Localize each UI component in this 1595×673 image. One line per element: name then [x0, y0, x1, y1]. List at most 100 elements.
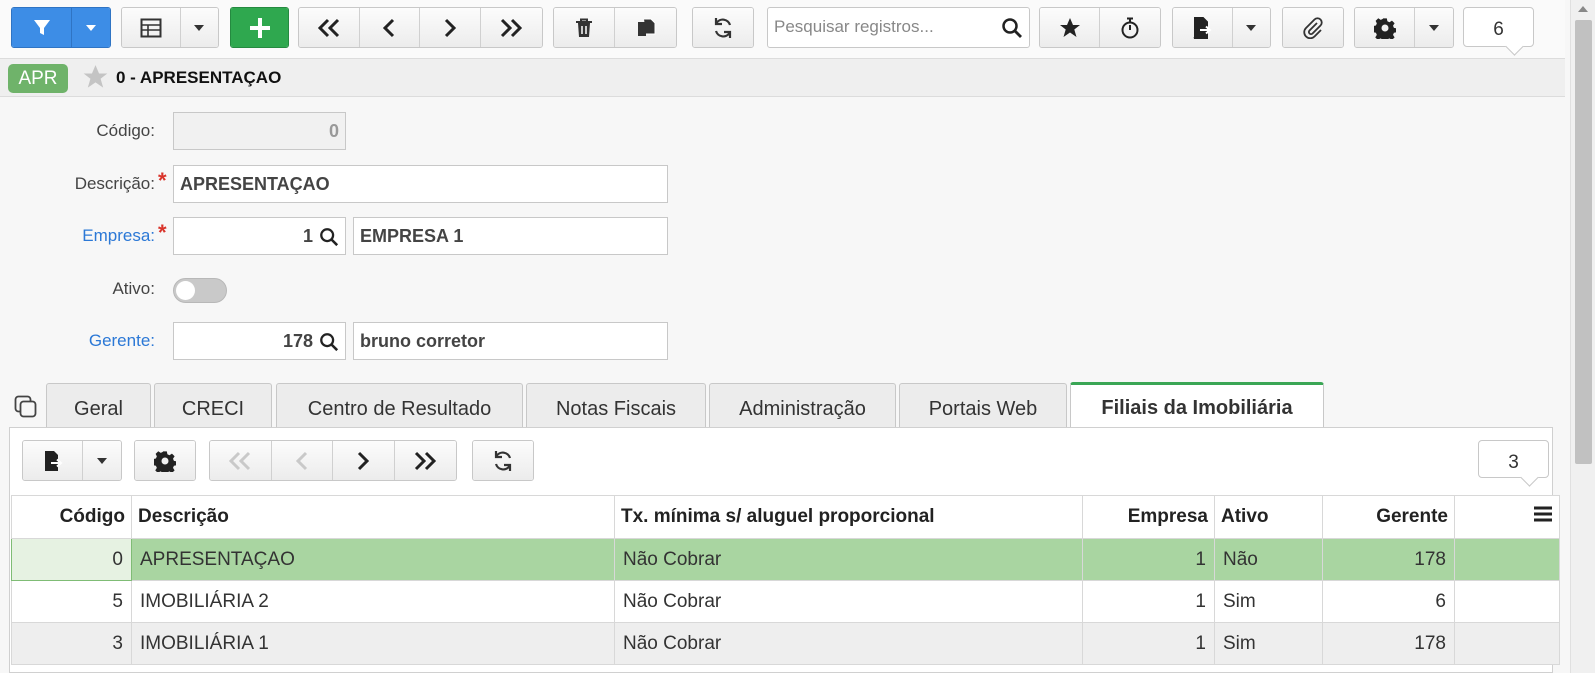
sub-next-button[interactable]	[333, 441, 395, 480]
tab-portais-web[interactable]: Portais Web	[899, 383, 1067, 428]
gerente-label-link[interactable]: Gerente:	[5, 331, 155, 351]
hamburger-menu-icon[interactable]	[1533, 505, 1553, 523]
chevron-right-icon	[358, 451, 370, 470]
empresa-code-value: 1	[302, 226, 313, 246]
scrollbar-thumb[interactable]	[1575, 20, 1592, 464]
required-marker: *	[158, 168, 167, 193]
sub-export-button[interactable]	[23, 441, 84, 480]
cell-descricao[interactable]: IMOBILIÁRIA 2	[131, 580, 615, 623]
attachment-group	[1282, 7, 1344, 48]
search-box	[767, 7, 1030, 48]
table-row[interactable]: 5 IMOBILIÁRIA 2 Não Cobrar 1 Sim 6	[11, 580, 1560, 623]
last-record-button[interactable]	[480, 8, 542, 47]
codigo-field: 0	[173, 112, 346, 150]
sub-first-button[interactable]	[210, 441, 272, 480]
gerente-code-input[interactable]: 178	[173, 322, 346, 360]
favorite-button[interactable]	[1040, 8, 1101, 47]
column-header-ativo[interactable]: Ativo	[1214, 495, 1323, 539]
tab-administracao[interactable]: Administração	[709, 383, 896, 428]
sub-export-group	[22, 440, 122, 481]
sub-settings-group	[134, 440, 196, 481]
table-row[interactable]: 0 APRESENTAÇAO Não Cobrar 1 Não 178	[11, 538, 1560, 581]
cell-gerente[interactable]: 6	[1322, 580, 1455, 623]
favorite-star-icon[interactable]	[82, 64, 109, 90]
sub-export-dropdown-button[interactable]	[83, 441, 121, 480]
double-chevron-right-icon	[501, 18, 523, 37]
cell-ativo[interactable]: Sim	[1214, 622, 1323, 665]
sub-settings-button[interactable]	[135, 441, 195, 480]
gerente-name-field: bruno corretor	[353, 322, 668, 360]
table-icon	[140, 18, 162, 37]
column-header-tx-minima[interactable]: Tx. mínima s/ aluguel proporcional	[614, 495, 1083, 539]
sub-refresh-button[interactable]	[473, 441, 533, 480]
cell-codigo[interactable]: 0	[11, 538, 132, 581]
caret-down-icon	[1246, 24, 1257, 31]
attachment-button[interactable]	[1283, 8, 1343, 47]
cell-codigo[interactable]: 3	[11, 622, 132, 665]
previous-record-button[interactable]	[359, 8, 420, 47]
column-header-codigo[interactable]: Código	[11, 495, 132, 539]
sub-previous-button[interactable]	[271, 441, 333, 480]
empresa-label-link[interactable]: Empresa:	[5, 226, 155, 246]
refresh-icon	[494, 450, 512, 471]
descricao-input[interactable]: APRESENTAÇAO	[173, 165, 668, 203]
refresh-button[interactable]	[693, 8, 753, 47]
cell-descricao[interactable]: APRESENTAÇAO	[131, 538, 615, 581]
column-header-descricao[interactable]: Descrição	[131, 495, 615, 539]
add-record-button[interactable]	[231, 8, 288, 47]
grid-view-button[interactable]	[122, 8, 181, 47]
settings-button[interactable]	[1355, 8, 1416, 47]
tab-creci[interactable]: CRECI	[154, 383, 272, 428]
search-icon[interactable]	[319, 332, 339, 352]
cell-empresa[interactable]: 1	[1082, 580, 1215, 623]
search-icon[interactable]	[1001, 17, 1023, 39]
cell-gerente[interactable]: 178	[1322, 538, 1455, 581]
filter-dropdown-button[interactable]	[72, 8, 110, 47]
export-button[interactable]	[1173, 8, 1233, 47]
sub-last-button[interactable]	[394, 441, 456, 480]
cell-descricao[interactable]: IMOBILIÁRIA 1	[131, 622, 615, 665]
timer-button[interactable]	[1100, 8, 1160, 47]
tab-filiais-da-imobiliaria[interactable]: Filiais da Imobiliária	[1070, 382, 1324, 428]
tab-centro-de-resultado[interactable]: Centro de Resultado	[276, 383, 523, 428]
tab-notas-fiscais[interactable]: Notas Fiscais	[526, 383, 706, 428]
cell-codigo[interactable]: 5	[11, 580, 132, 623]
add-group	[230, 7, 289, 48]
export-dropdown-button[interactable]	[1232, 8, 1270, 47]
cell-empresa[interactable]: 1	[1082, 622, 1215, 665]
empresa-code-input[interactable]: 1	[173, 217, 346, 255]
caret-down-icon	[194, 24, 205, 31]
cell-tx-minima[interactable]: Não Cobrar	[614, 580, 1083, 623]
cell-ativo[interactable]: Sim	[1214, 580, 1323, 623]
table-row[interactable]: 3 IMOBILIÁRIA 1 Não Cobrar 1 Sim 178	[11, 622, 1560, 665]
copy-tabs-icon[interactable]	[14, 395, 38, 419]
column-menu-cell[interactable]	[1454, 495, 1560, 539]
cell-empty	[1454, 580, 1560, 623]
cell-ativo[interactable]: Não	[1214, 538, 1323, 581]
chevron-left-icon	[295, 451, 307, 470]
tab-geral[interactable]: Geral	[46, 383, 151, 428]
search-icon[interactable]	[319, 227, 339, 247]
export-group	[1172, 7, 1271, 48]
cell-tx-minima[interactable]: Não Cobrar	[614, 538, 1083, 581]
column-header-gerente[interactable]: Gerente	[1322, 495, 1455, 539]
search-input[interactable]	[768, 8, 988, 45]
cell-tx-minima[interactable]: Não Cobrar	[614, 622, 1083, 665]
first-record-button[interactable]	[299, 8, 360, 47]
cell-empresa[interactable]: 1	[1082, 538, 1215, 581]
caret-down-icon	[86, 24, 97, 31]
trash-icon	[576, 18, 592, 37]
settings-dropdown-button[interactable]	[1415, 8, 1453, 47]
vertical-scrollbar[interactable]	[1570, 0, 1595, 673]
column-header-empresa[interactable]: Empresa	[1082, 495, 1215, 539]
filter-button[interactable]	[12, 8, 73, 47]
file-export-icon	[1194, 16, 1212, 39]
table-header-row: Código Descrição Tx. mínima s/ aluguel p…	[11, 495, 1560, 539]
scroll-up-arrow[interactable]	[1578, 6, 1588, 12]
delete-button[interactable]	[554, 8, 616, 47]
duplicate-button[interactable]	[615, 8, 676, 47]
next-record-button[interactable]	[420, 8, 481, 47]
cell-gerente[interactable]: 178	[1322, 622, 1455, 665]
view-dropdown-button[interactable]	[180, 8, 218, 47]
ativo-toggle[interactable]	[173, 278, 227, 303]
